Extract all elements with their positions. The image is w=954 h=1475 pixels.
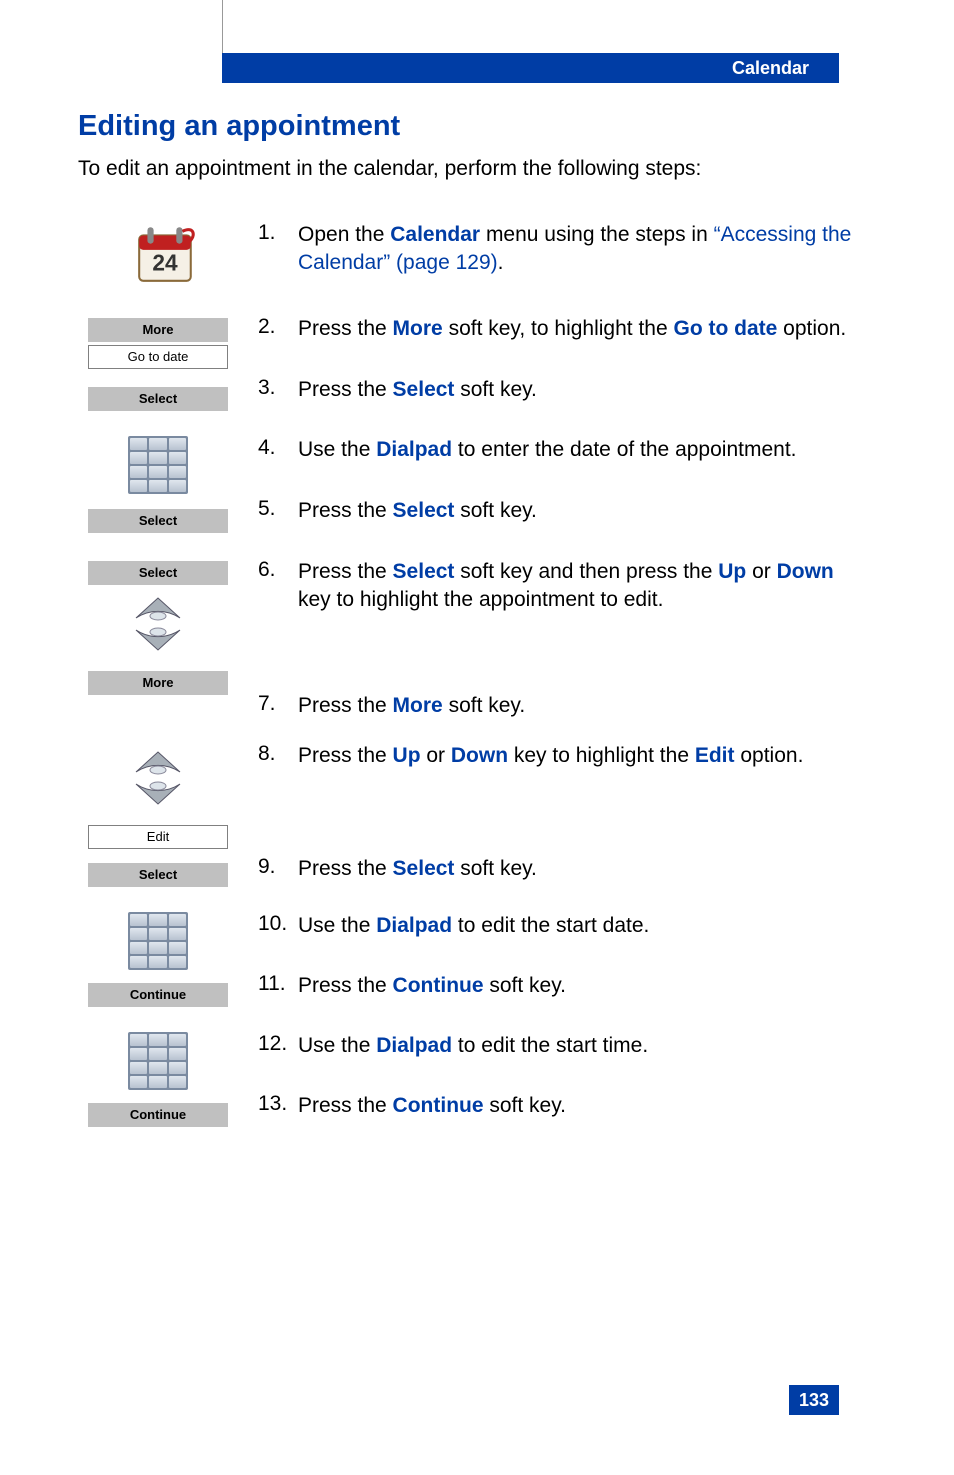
step-text: Use the Dialpad to edit the start time. xyxy=(298,1032,854,1092)
menu-item-edit[interactable]: Edit xyxy=(88,825,228,849)
step-text: Press the More soft key. xyxy=(298,637,854,742)
dialpad-icon xyxy=(128,436,188,494)
step-number: 4. xyxy=(258,436,298,497)
step-text: Press the Continue soft key. xyxy=(298,1092,854,1152)
softkey-continue[interactable]: Continue xyxy=(88,1103,228,1127)
steps-table: 24 1. Open the Calendar menu using the s… xyxy=(78,221,854,1152)
step-text: Use the Dialpad to edit the start date. xyxy=(298,912,854,972)
step-text: Press the Select soft key. xyxy=(298,795,854,912)
softkey-select[interactable]: Select xyxy=(88,863,228,887)
section-title: Calendar xyxy=(732,58,809,79)
softkey-select[interactable]: Select xyxy=(88,509,228,533)
step-number: 12. xyxy=(258,1032,298,1092)
step-number: 10. xyxy=(258,912,298,972)
dialpad-icon xyxy=(128,1032,188,1090)
step-number: 1. xyxy=(258,221,298,315)
step-text: Use the Dialpad to enter the date of the… xyxy=(298,436,854,497)
svg-text:24: 24 xyxy=(152,250,178,276)
step-number: 8. xyxy=(258,742,298,795)
section-header: Calendar xyxy=(222,53,839,83)
nav-down-icon xyxy=(130,778,186,814)
step-number: 6. xyxy=(258,558,298,637)
step-text: Press the Select soft key. xyxy=(298,376,854,437)
step-number: 7. xyxy=(258,637,298,742)
softkey-continue[interactable]: Continue xyxy=(88,983,228,1007)
step-text: Press the Select soft key. xyxy=(298,497,854,558)
intro-text: To edit an appointment in the calendar, … xyxy=(78,157,854,181)
page-content: Editing an appointment To edit an appoin… xyxy=(78,110,854,1152)
step-text: Open the Calendar menu using the steps i… xyxy=(298,221,854,315)
step-number: 11. xyxy=(258,972,298,1032)
nav-down-icon xyxy=(130,624,186,660)
page-number: 133 xyxy=(789,1385,839,1415)
step-text: Press the Up or Down key to highlight th… xyxy=(298,742,854,795)
dialpad-icon xyxy=(128,912,188,970)
softkey-select[interactable]: Select xyxy=(88,561,228,585)
nav-up-icon xyxy=(130,588,186,624)
softkey-more[interactable]: More xyxy=(88,318,228,342)
step-number: 2. xyxy=(258,315,298,376)
calendar-icon: 24 xyxy=(133,221,199,287)
step-number: 13. xyxy=(258,1092,298,1152)
menu-item-go-to-date[interactable]: Go to date xyxy=(88,345,228,369)
header-rule xyxy=(222,0,223,55)
step-number: 3. xyxy=(258,376,298,437)
softkey-more[interactable]: More xyxy=(88,671,228,695)
page-title: Editing an appointment xyxy=(78,110,854,143)
softkey-select[interactable]: Select xyxy=(88,387,228,411)
step-text: Press the Continue soft key. xyxy=(298,972,854,1032)
step-number: 5. xyxy=(258,497,298,558)
step-number: 9. xyxy=(258,795,298,912)
step-text: Press the More soft key, to highlight th… xyxy=(298,315,854,376)
nav-up-icon xyxy=(130,742,186,778)
step-text: Press the Select soft key and then press… xyxy=(298,558,854,637)
